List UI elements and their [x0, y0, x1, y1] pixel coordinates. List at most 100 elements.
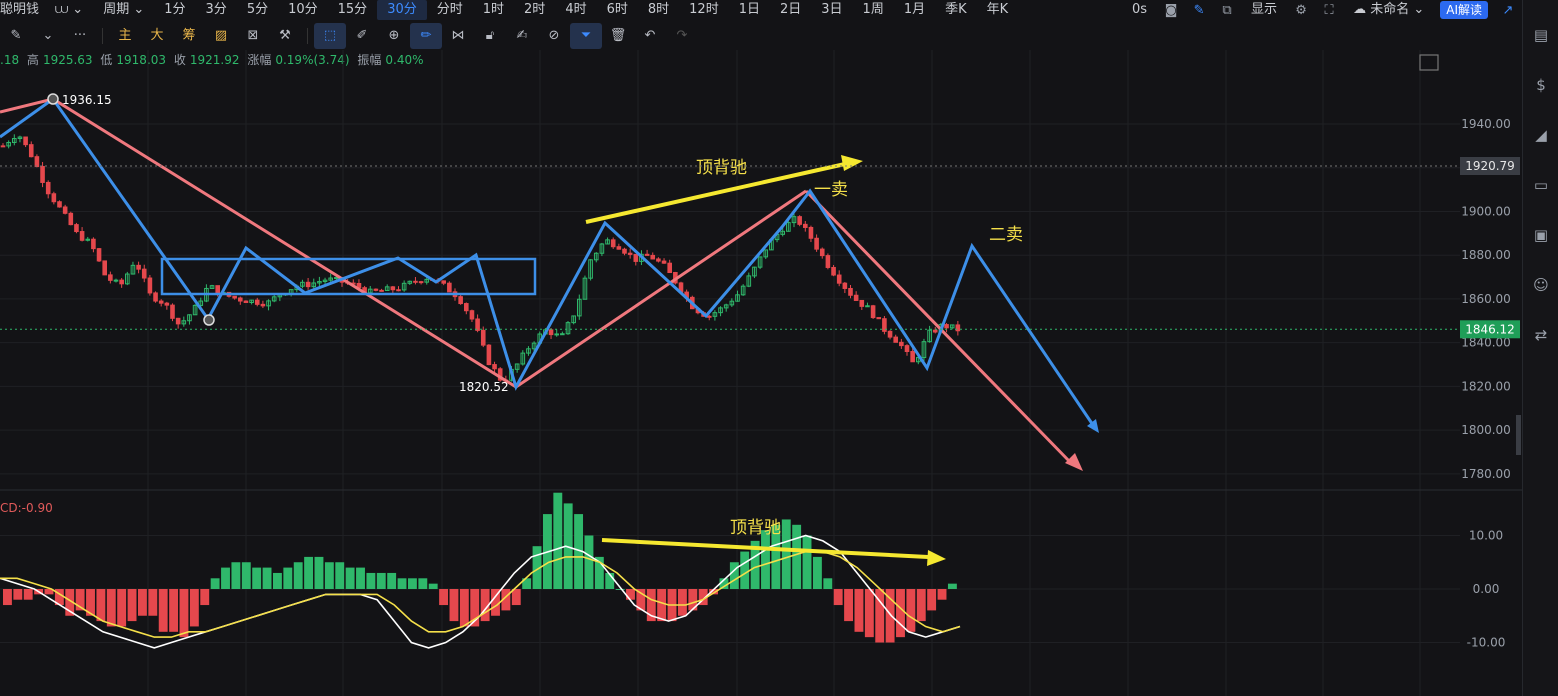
tab-timeframe[interactable]: 3分	[196, 0, 237, 20]
pink-trend-line[interactable]	[0, 97, 807, 389]
candle-body	[34, 156, 40, 167]
candle-body	[141, 268, 147, 279]
link-icon[interactable]: ⊘	[538, 23, 570, 49]
tab-timeframe[interactable]: 1月	[894, 0, 935, 20]
pink-trend-line[interactable]	[804, 189, 1074, 466]
fullscreen-icon[interactable]: ⛶	[1315, 3, 1343, 18]
brush-icon[interactable]: ✎	[0, 23, 32, 49]
tab-timeframe[interactable]: 1时	[473, 0, 514, 20]
yellow-arrow-head	[927, 550, 946, 566]
panel-resize-handle[interactable]	[1516, 415, 1521, 455]
candle-body	[305, 281, 311, 288]
filter-icon[interactable]: ⏷	[570, 23, 602, 49]
macd-axis: 10.00 0.00 -10.00	[1467, 529, 1506, 650]
macd-bar	[324, 562, 334, 589]
macd-bar	[428, 583, 438, 589]
tab-timeframe[interactable]: 5分	[237, 0, 278, 20]
tab-timeframe[interactable]: 8时	[638, 0, 679, 20]
candle-body	[548, 329, 554, 336]
macd-bar	[335, 562, 345, 589]
robot-icon[interactable]: ☺	[1523, 260, 1558, 310]
trash-icon[interactable]: 🗑︎	[602, 23, 634, 49]
ruler-icon[interactable]: ✐	[346, 23, 378, 49]
tab-timeframe[interactable]: 12时	[679, 0, 729, 20]
blue-zigzag-line[interactable]	[0, 96, 1097, 429]
ai-button[interactable]: AI解读	[1440, 1, 1488, 19]
tab-timeframe[interactable]: 4时	[555, 0, 596, 20]
candle-body	[616, 246, 622, 250]
cursor-icon[interactable]: ⬚	[314, 23, 346, 49]
candle-body	[51, 193, 57, 203]
price-tick-label: 1860.00	[1461, 292, 1511, 306]
macd-bar	[812, 556, 822, 589]
cross-icon[interactable]: ⊠	[237, 23, 269, 49]
tab-timeframe[interactable]: 1周	[853, 0, 894, 20]
tab-timeframe[interactable]: 年K	[977, 0, 1019, 20]
macd-bar	[397, 578, 407, 589]
share-icon[interactable]: ⧉	[1213, 3, 1241, 18]
drawing-toolbar: ✎ ⌄ ··· 主 大 筹 ▨ ⊠ ⚒ ⬚ ✐ ⊕ ✏ ⋈ 🔓︎ ✍ ⊘ ⏷ 🗑…	[0, 22, 1522, 50]
macd-bar	[179, 589, 189, 638]
macd-bar	[304, 556, 314, 589]
candle-body	[28, 144, 34, 158]
candle-body	[91, 238, 96, 250]
period-label: 周期	[103, 2, 130, 17]
candle-body	[633, 253, 639, 262]
monitor-icon[interactable]: ▭	[1523, 160, 1558, 210]
more-button[interactable]: ···	[64, 23, 96, 49]
trend-icon[interactable]: ↗	[1494, 3, 1522, 18]
tab-timeframe[interactable]: 季K	[935, 0, 977, 20]
tab-timeframe[interactable]: 10分	[278, 0, 328, 20]
candle-body	[170, 304, 175, 319]
document-icon[interactable]: ▤	[1523, 10, 1558, 60]
magnet-icon[interactable]: ⋈	[442, 23, 474, 49]
tab-timeframe[interactable]: 30分	[377, 0, 427, 20]
pattern-icon[interactable]: ▨	[205, 23, 237, 49]
paint-icon[interactable]: ⚒	[269, 23, 301, 49]
tab-timeframe[interactable]: 2日	[770, 0, 811, 20]
macd-bar	[947, 583, 957, 589]
display-button[interactable]: 显示	[1241, 0, 1287, 20]
price-tick-label: 1900.00	[1461, 204, 1511, 218]
candle-body	[661, 260, 667, 264]
expand-icon[interactable]	[1419, 54, 1439, 71]
tab-timeframe[interactable]: 1分	[154, 0, 195, 20]
main-indicator-button[interactable]: 主	[109, 23, 141, 49]
undo-icon[interactable]: ↶	[634, 23, 666, 49]
candle-body	[469, 310, 475, 320]
tab-timeframe[interactable]: 分时	[427, 0, 473, 20]
draw-pen-icon[interactable]: ✏	[410, 23, 442, 49]
gear-icon[interactable]: ⚙	[1287, 3, 1315, 18]
swing-low-marker[interactable]	[203, 314, 215, 326]
macd-bar	[885, 589, 895, 643]
candle-body	[808, 226, 814, 239]
big-order-button[interactable]: 大	[141, 23, 173, 49]
macd-bar	[833, 589, 843, 606]
bar-chart-icon[interactable]: ⩊ ⌄	[45, 0, 93, 20]
etf-icon[interactable]: ▣	[1523, 210, 1558, 260]
exchange-icon[interactable]: ⇄	[1523, 310, 1558, 360]
lock-icon[interactable]: 🔓︎	[474, 23, 506, 49]
tab-timeframe[interactable]: 6时	[597, 0, 638, 20]
swing-high-marker[interactable]	[47, 93, 59, 105]
camera-icon[interactable]: ◙	[1157, 3, 1185, 18]
tab-timeframe[interactable]: 15分	[328, 0, 378, 20]
candle-body	[74, 224, 79, 233]
chevron-down-icon[interactable]: ⌄	[32, 23, 64, 49]
chip-button[interactable]: 筹	[173, 23, 205, 49]
zoom-icon[interactable]: ⊕	[378, 23, 410, 49]
price-chart[interactable]: CD:-0.90 顶背驰 一卖 二卖 顶背驰 1936.15 1820.52 1…	[0, 50, 1522, 696]
period-dropdown[interactable]: 周期 ⌄	[93, 0, 154, 20]
macd-bar	[844, 589, 854, 622]
macd-bar	[376, 572, 386, 589]
edit-icon[interactable]: ✍	[506, 23, 538, 49]
signal-icon[interactable]: ◢	[1523, 110, 1558, 160]
redo-icon[interactable]: ↷	[666, 23, 698, 49]
candle-body	[147, 277, 153, 294]
pen-icon[interactable]: ✎	[1185, 3, 1213, 18]
layout-selector[interactable]: ☁ 未命名 ⌄	[1343, 0, 1434, 20]
tab-timeframe[interactable]: 3日	[811, 0, 852, 20]
tab-timeframe[interactable]: 1日	[729, 0, 770, 20]
tab-timeframe[interactable]: 2时	[514, 0, 555, 20]
dollar-icon[interactable]: $	[1523, 60, 1558, 110]
